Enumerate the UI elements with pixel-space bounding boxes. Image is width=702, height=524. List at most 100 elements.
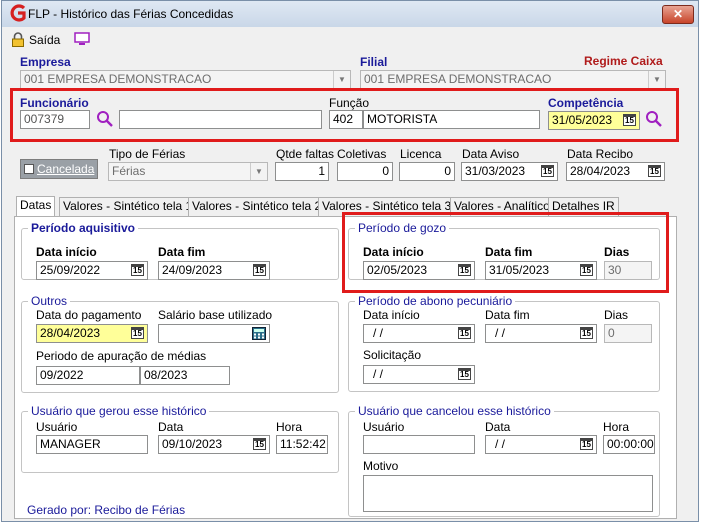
qtde-faltas-label: Qtde faltas bbox=[276, 147, 335, 161]
data-recibo-value: 28/04/2023 bbox=[570, 164, 631, 178]
apuracao-inicio-input[interactable]: 09/2022 bbox=[36, 366, 140, 385]
cancelou-data-value: / / bbox=[495, 437, 506, 451]
motivo-label: Motivo bbox=[363, 459, 399, 473]
abono-group: Período de abono pecuniário Data início … bbox=[348, 294, 660, 392]
abono-title: Período de abono pecuniário bbox=[355, 294, 516, 308]
aquisitivo-inicio-input[interactable]: 25/09/2022 15 bbox=[36, 261, 148, 280]
exit-button[interactable]: Saída bbox=[29, 33, 60, 47]
abono-inicio-value: / / bbox=[373, 326, 384, 340]
apuracao-fim-input[interactable]: 08/2023 bbox=[140, 366, 230, 385]
apuracao-label: Periodo de apuração de médias bbox=[36, 349, 207, 363]
aquisitivo-fim-input[interactable]: 24/09/2023 15 bbox=[158, 261, 270, 280]
gerado-por-text: Gerado por: Recibo de Férias bbox=[27, 503, 186, 517]
filial-label: Filial bbox=[360, 55, 388, 69]
abono-inicio-input[interactable]: / / 15 bbox=[363, 324, 475, 343]
cancelada-toggle[interactable]: Cancelada bbox=[20, 159, 98, 179]
gerou-hora-field: 11:52:42 bbox=[276, 435, 328, 454]
calendar-icon[interactable]: 15 bbox=[541, 165, 554, 177]
calendar-icon[interactable]: 15 bbox=[580, 327, 593, 339]
abono-fim-value: / / bbox=[495, 326, 506, 340]
pagamento-label: Data do pagamento bbox=[36, 308, 142, 322]
salario-input[interactable] bbox=[158, 324, 270, 343]
tipo-ferias-select[interactable]: Férias ▼ bbox=[108, 162, 268, 181]
empresa-select[interactable]: 001 EMPRESA DEMONSTRACAO ▼ bbox=[20, 70, 351, 89]
cancelada-checkbox[interactable] bbox=[24, 164, 34, 174]
periodo-aquisitivo-title: Período aquisitivo bbox=[28, 221, 139, 235]
usuario-gerou-title: Usuário que gerou esse histórico bbox=[28, 404, 210, 418]
gerou-data-value: 09/10/2023 bbox=[162, 437, 223, 451]
usuario-gerou-group: Usuário que gerou esse histórico Usuário… bbox=[21, 404, 339, 473]
pagamento-value: 28/04/2023 bbox=[40, 326, 101, 340]
filial-select[interactable]: 001 EMPRESA DEMONSTRACAO ▼ bbox=[360, 70, 666, 89]
calendar-icon[interactable]: 15 bbox=[648, 165, 661, 177]
solicitacao-input[interactable]: / / 15 bbox=[363, 365, 475, 384]
salario-label: Salário base utilizado bbox=[158, 308, 273, 322]
cancelou-hora-field: 00:00:00 bbox=[603, 435, 655, 454]
usuario-cancelou-title: Usuário que cancelou esse histórico bbox=[355, 404, 554, 418]
gerou-data-label: Data bbox=[158, 420, 184, 434]
cancelou-usuario-field bbox=[363, 435, 475, 454]
abono-inicio-label: Data início bbox=[363, 308, 420, 322]
monitor-icon[interactable] bbox=[74, 32, 90, 46]
calendar-icon[interactable]: 15 bbox=[253, 438, 266, 450]
aquisitivo-fim-label: Data fim bbox=[158, 245, 206, 259]
tab-sintetico-1[interactable]: Valores - Sintético tela 1 bbox=[59, 197, 197, 216]
motivo-textarea[interactable] bbox=[363, 475, 653, 512]
calendar-icon[interactable]: 15 bbox=[458, 368, 471, 380]
calendar-icon[interactable]: 15 bbox=[131, 327, 144, 339]
abono-fim-input[interactable]: / / 15 bbox=[485, 324, 597, 343]
window-title: FLP - Histórico das Férias Concedidas bbox=[28, 7, 234, 21]
data-recibo-input[interactable]: 28/04/2023 15 bbox=[566, 162, 665, 181]
gerou-usuario-field: MANAGER bbox=[36, 435, 148, 454]
coletivas-input[interactable]: 0 bbox=[337, 162, 393, 181]
gerou-hora-label: Hora bbox=[276, 420, 303, 434]
abono-dias-label: Dias bbox=[604, 308, 629, 322]
regime-caixa-label: Regime Caixa bbox=[584, 54, 663, 68]
filial-value: 001 EMPRESA DEMONSTRACAO bbox=[364, 72, 552, 86]
tipo-ferias-value: Férias bbox=[112, 164, 146, 178]
title-bar: FLP - Histórico das Férias Concedidas ✕ bbox=[2, 1, 698, 27]
solicitacao-label: Solicitação bbox=[363, 348, 422, 362]
abono-dias-field: 0 bbox=[604, 324, 652, 343]
outros-group: Outros Data do pagamento 28/04/2023 15 S… bbox=[21, 294, 339, 393]
gerou-data-field: 09/10/2023 15 bbox=[158, 435, 270, 454]
main-window: FLP - Histórico das Férias Concedidas ✕ … bbox=[1, 0, 699, 522]
highlight-box-funcionario bbox=[10, 88, 679, 142]
pagamento-input[interactable]: 28/04/2023 15 bbox=[36, 324, 148, 343]
solicitacao-value: / / bbox=[373, 367, 384, 381]
app-logo-icon bbox=[10, 4, 26, 22]
calendar-icon[interactable]: 15 bbox=[131, 264, 144, 276]
client-area: Saída Empresa 001 EMPRESA DEMONSTRACAO ▼… bbox=[2, 27, 698, 521]
cancelada-label: Cancelada bbox=[37, 162, 95, 176]
calendar-icon[interactable]: 15 bbox=[580, 438, 593, 450]
data-aviso-value: 31/03/2023 bbox=[465, 164, 526, 178]
licenca-input[interactable]: 0 bbox=[399, 162, 455, 181]
tab-datas[interactable]: Datas bbox=[16, 196, 56, 217]
chevron-down-icon[interactable]: ▼ bbox=[333, 71, 350, 88]
tab-sintetico-2[interactable]: Valores - Sintético tela 2 bbox=[188, 197, 326, 216]
data-recibo-label: Data Recibo bbox=[567, 147, 634, 161]
lock-icon bbox=[12, 32, 24, 47]
aquisitivo-inicio-label: Data início bbox=[36, 245, 97, 259]
qtde-faltas-input[interactable]: 1 bbox=[275, 162, 329, 181]
highlight-box-periodo-gozo bbox=[342, 212, 669, 293]
empresa-label: Empresa bbox=[20, 55, 71, 69]
calendar-icon[interactable]: 15 bbox=[458, 327, 471, 339]
usuario-cancelou-group: Usuário que cancelou esse histórico Usuá… bbox=[348, 404, 660, 517]
aquisitivo-inicio-value: 25/09/2022 bbox=[40, 263, 101, 277]
data-aviso-input[interactable]: 31/03/2023 15 bbox=[461, 162, 558, 181]
gerou-usuario-label: Usuário bbox=[36, 420, 78, 434]
outros-title: Outros bbox=[28, 294, 71, 308]
chevron-down-icon[interactable]: ▼ bbox=[648, 71, 665, 88]
calculator-icon[interactable] bbox=[252, 327, 266, 340]
empresa-value: 001 EMPRESA DEMONSTRACAO bbox=[24, 72, 212, 86]
close-button[interactable]: ✕ bbox=[662, 5, 694, 24]
data-aviso-label: Data Aviso bbox=[462, 147, 520, 161]
periodo-aquisitivo-group: Período aquisitivo Data início 25/09/202… bbox=[21, 221, 339, 280]
aquisitivo-fim-value: 24/09/2023 bbox=[162, 263, 223, 277]
chevron-down-icon[interactable]: ▼ bbox=[250, 163, 267, 180]
calendar-icon[interactable]: 15 bbox=[253, 264, 266, 276]
cancelou-data-field: / / 15 bbox=[485, 435, 597, 454]
cancelou-usuario-label: Usuário bbox=[363, 420, 405, 434]
abono-fim-label: Data fim bbox=[485, 308, 530, 322]
